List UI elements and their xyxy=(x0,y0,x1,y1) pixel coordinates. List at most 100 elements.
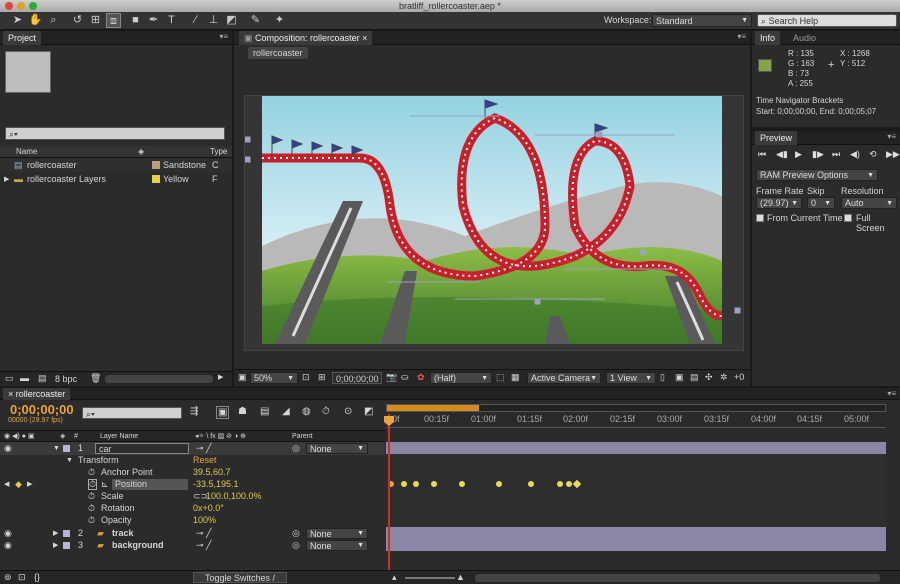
hand-tool-icon[interactable]: ✋ xyxy=(28,13,43,28)
brainstorm-icon[interactable]: ◍ xyxy=(302,406,311,417)
reset-exposure-icon[interactable]: ✲ xyxy=(720,372,728,383)
new-folder-icon[interactable]: ▬ xyxy=(20,373,29,383)
next-frame-icon[interactable]: ▮▶ xyxy=(812,149,824,160)
roto-brush-tool-icon[interactable]: ✎ xyxy=(248,13,263,28)
label-column-icon[interactable]: ◈ xyxy=(138,146,144,158)
flowchart-icon[interactable]: ✣ xyxy=(705,372,713,383)
pen-tool-icon[interactable]: ✒ xyxy=(146,13,161,28)
panel-menu-icon[interactable]: ▾≡ xyxy=(219,32,228,41)
view-layout-dropdown[interactable]: 1 View ▼ xyxy=(606,372,656,384)
selection-tool-icon[interactable]: ➤ xyxy=(10,13,25,28)
parent-dropdown[interactable]: None ▼ xyxy=(306,528,368,539)
show-snapshot-icon[interactable]: ⛀ xyxy=(401,372,409,383)
toggle-mask-icon[interactable]: ⊞ xyxy=(318,372,326,383)
layer-name-text[interactable]: background xyxy=(112,539,164,552)
eraser-tool-icon[interactable]: ◩ xyxy=(224,13,239,28)
timeline-scrollbar[interactable] xyxy=(475,574,880,582)
rectangle-tool-icon[interactable]: ■ xyxy=(128,13,143,28)
label-column-icon[interactable]: ◈ xyxy=(60,431,65,442)
horizontal-scrollbar[interactable] xyxy=(105,375,213,383)
parent-dropdown[interactable]: None ▼ xyxy=(306,443,368,454)
minimize-window-button[interactable] xyxy=(17,2,25,10)
camera-tool-icon[interactable]: ⊞ xyxy=(88,13,103,28)
clone-stamp-tool-icon[interactable]: ⊥ xyxy=(206,13,221,28)
brush-tool-icon[interactable]: ∕ xyxy=(188,13,203,28)
tab-audio[interactable]: Audio xyxy=(788,31,821,45)
zoom-in-icon[interactable]: ▲ xyxy=(456,572,465,582)
composition-viewer[interactable] xyxy=(244,84,745,352)
keyframe[interactable] xyxy=(557,481,563,487)
keyframe[interactable] xyxy=(496,481,502,487)
region-of-interest-icon[interactable]: ⬚ xyxy=(496,372,505,383)
timeline-timecode[interactable]: 0;00;00;00 xyxy=(10,402,74,417)
opacity-row[interactable]: ⏱ Opacity 100% xyxy=(0,514,385,527)
zoom-slider[interactable] xyxy=(405,577,455,579)
resolution-dropdown[interactable]: (Half) ▼ xyxy=(430,372,492,384)
loop-icon[interactable]: ⟲ xyxy=(869,149,877,160)
close-icon[interactable]: × xyxy=(362,33,367,43)
layer-switches-icon[interactable]: ⊸ ╱ xyxy=(196,539,211,552)
toggle-pixel-aspect-icon[interactable]: ▯ xyxy=(660,372,665,383)
scroll-right-icon[interactable]: ▶ xyxy=(218,373,223,381)
keyframe[interactable] xyxy=(431,481,437,487)
type-tool-icon[interactable]: T xyxy=(164,13,179,28)
skip-dropdown[interactable]: 0 ▼ xyxy=(807,197,835,209)
switches-header-icon[interactable]: ◂✧ \ fx ▨ ⊘ ◑ ⊕ xyxy=(195,431,246,442)
zoom-window-button[interactable] xyxy=(29,2,37,10)
keyframe[interactable] xyxy=(413,481,419,487)
layer-bar-car[interactable] xyxy=(386,442,886,454)
new-composition-icon[interactable]: ▤ xyxy=(38,373,47,384)
auto-keyframe-icon[interactable]: ⏱ xyxy=(322,406,330,417)
zoom-out-icon[interactable]: ▴ xyxy=(392,572,397,583)
keyframe[interactable] xyxy=(528,481,534,487)
project-search-input[interactable]: ⌕▾ xyxy=(5,127,225,140)
always-preview-icon[interactable]: ▣ xyxy=(238,372,247,383)
title-action-safe-icon[interactable]: ⊡ xyxy=(302,372,310,383)
tab-info[interactable]: Info xyxy=(755,31,781,45)
graph-editor-icon[interactable]: ⊙ xyxy=(344,406,352,417)
zoom-tool-icon[interactable]: ⌕ xyxy=(46,13,61,28)
project-item[interactable]: ▶ ▬ rollercoaster Layers Yellow F xyxy=(0,173,232,186)
first-frame-icon[interactable]: ⏮ xyxy=(758,149,766,160)
search-help-field[interactable]: ⌕ Search Help xyxy=(757,14,897,27)
project-item[interactable]: ▤ rollercoaster Sandstone C xyxy=(0,159,232,172)
ram-preview-options-dropdown[interactable]: RAM Preview Options ▼ xyxy=(756,169,878,181)
work-area-bar[interactable] xyxy=(387,405,479,411)
frame-rate-dropdown[interactable]: (29.97) ▼ xyxy=(756,197,802,209)
keyframe[interactable] xyxy=(459,481,465,487)
parent-dropdown[interactable]: None ▼ xyxy=(306,540,368,551)
live-update-icon[interactable]: ◩ xyxy=(364,406,373,417)
full-screen-checkbox[interactable] xyxy=(844,214,852,222)
pan-behind-tool-icon[interactable]: ⧈ xyxy=(106,13,121,28)
disclosure-triangle-icon[interactable]: ▶ xyxy=(53,539,58,552)
play-icon[interactable]: ▶ xyxy=(795,149,802,160)
resolution-dropdown[interactable]: Auto ▼ xyxy=(841,197,897,209)
rotation-tool-icon[interactable]: ↺ xyxy=(70,13,85,28)
close-icon[interactable]: × xyxy=(8,389,13,399)
channel-icon[interactable]: ✿ xyxy=(417,372,425,383)
previous-frame-icon[interactable]: ◀▮ xyxy=(776,149,788,160)
expand-modes-icon[interactable]: ⊡ xyxy=(18,572,26,583)
column-type[interactable]: Type xyxy=(210,146,227,158)
fast-previews-icon[interactable]: ▣ xyxy=(675,372,684,383)
interpret-footage-icon[interactable]: ▭ xyxy=(5,373,14,384)
comp-canvas[interactable] xyxy=(244,84,745,352)
column-parent[interactable]: Parent xyxy=(292,431,313,442)
keyframe[interactable] xyxy=(401,481,407,487)
layer-row-background[interactable]: ◉ ▶ 3 ▰ background ⊸ ╱ ◎ None ▼ xyxy=(0,539,385,552)
comp-mini-flowchart-icon[interactable]: ⇶ xyxy=(190,406,198,417)
panel-menu-icon[interactable]: ▾≡ xyxy=(887,389,896,398)
pickwhip-icon[interactable]: ◎ xyxy=(292,539,300,552)
frame-blending-icon[interactable]: ▤ xyxy=(260,406,269,417)
panel-menu-icon[interactable]: ▾≡ xyxy=(887,132,896,141)
audio-icon[interactable]: ◀) xyxy=(850,149,860,160)
time-navigator[interactable] xyxy=(386,404,886,412)
expand-in-out-icon[interactable]: {} xyxy=(34,572,40,582)
layer-name-car[interactable]: car xyxy=(95,443,189,454)
ram-preview-icon[interactable]: ▶▶ xyxy=(886,149,900,160)
transparency-grid-icon[interactable]: ▦ xyxy=(511,372,520,383)
stopwatch-icon[interactable]: ⏱ xyxy=(88,514,95,527)
eye-icon[interactable]: ◉ xyxy=(4,539,12,552)
from-current-time-checkbox[interactable] xyxy=(756,214,764,222)
opacity-value[interactable]: 100% xyxy=(193,514,216,527)
